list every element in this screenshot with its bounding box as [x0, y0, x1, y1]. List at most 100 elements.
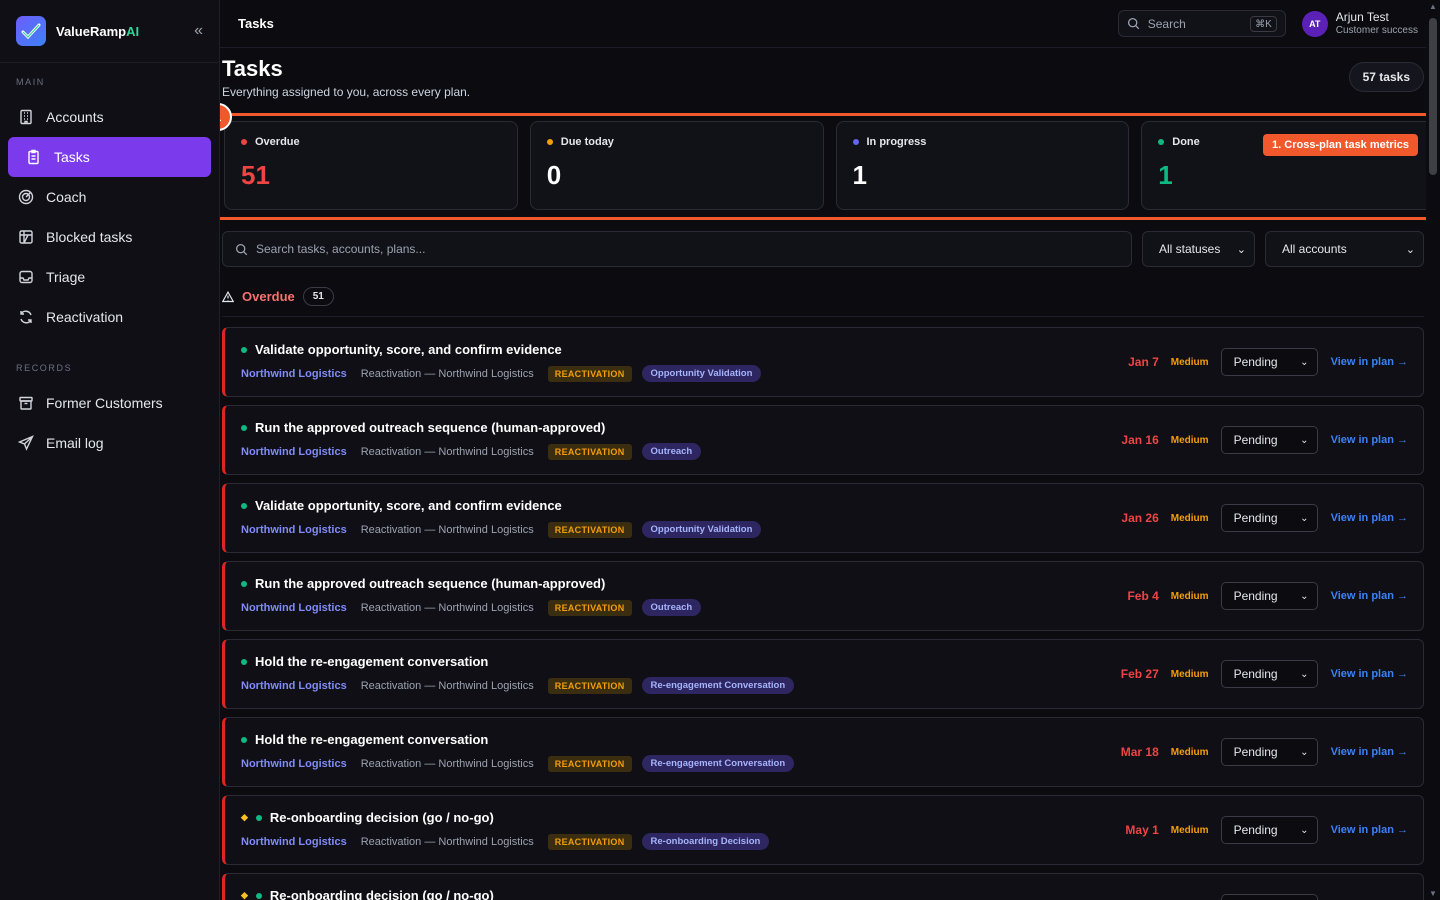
sidebar-item-reactivation[interactable]: Reactivation: [8, 297, 211, 337]
task-title[interactable]: Run the approved outreach sequence (huma…: [255, 576, 605, 591]
refresh-icon: [20, 310, 32, 324]
task-row[interactable]: Hold the re-engagement conversation Nort…: [222, 717, 1424, 787]
task-status-select[interactable]: Pending ⌄: [1220, 894, 1318, 900]
task-meta: Northwind Logistics Reactivation — North…: [241, 365, 1128, 382]
milestone-diamond-icon: ◆: [241, 812, 248, 822]
task-status-select[interactable]: Pending ⌄: [1220, 426, 1318, 454]
page-header: Tasks Everything assigned to you, across…: [222, 48, 1424, 99]
plan-name: Reactivation — Northwind Logistics: [360, 367, 534, 380]
task-info: ◆ Re-onboarding decision (go / no-go) No…: [241, 810, 1125, 850]
sidebar-item-tasks[interactable]: Tasks: [8, 137, 211, 177]
task-title[interactable]: Re-onboarding decision (go / no-go): [270, 810, 494, 825]
sidebar-item-triage[interactable]: Triage: [8, 257, 211, 297]
task-title-row: Validate opportunity, score, and confirm…: [241, 342, 1128, 357]
account-link[interactable]: Northwind Logistics: [241, 758, 347, 770]
status-dot-icon: [241, 424, 247, 431]
task-title[interactable]: Validate opportunity, score, and confirm…: [255, 498, 562, 513]
view-in-plan-link[interactable]: View in plan →: [1331, 512, 1408, 524]
task-status-select[interactable]: Pending ⌄: [1220, 738, 1318, 766]
scrollbar-thumb[interactable]: [1429, 18, 1437, 175]
task-meta: Northwind Logistics Reactivation — North…: [241, 443, 1121, 460]
task-status-select[interactable]: Pending ⌄: [1220, 504, 1318, 532]
sidebar-item-former-customers[interactable]: Former Customers: [8, 383, 211, 423]
group-header-overdue[interactable]: Overdue 51: [222, 287, 1424, 317]
sidebar: ValueRampAI « MAIN Accounts Tasks Coach …: [0, 0, 220, 900]
task-status-select[interactable]: Pending ⌄: [1220, 816, 1318, 844]
task-info: Validate opportunity, score, and confirm…: [241, 498, 1121, 538]
brand-name[interactable]: ValueRampAI: [56, 24, 139, 39]
task-title[interactable]: Validate opportunity, score, and confirm…: [255, 342, 562, 357]
account-filter-select[interactable]: All accounts ⌄: [1265, 231, 1424, 267]
due-date: Feb 27: [1120, 667, 1159, 681]
priority-label: Medium: [1170, 512, 1209, 524]
task-row[interactable]: ◆ Re-onboarding decision (go / no-go) No…: [222, 795, 1424, 865]
metric-label: Done: [1172, 136, 1200, 148]
account-link[interactable]: Northwind Logistics: [241, 836, 347, 848]
task-row[interactable]: ◆ Re-onboarding decision (go / no-go) No…: [222, 873, 1424, 900]
status-filter-select[interactable]: All statuses ⌄: [1142, 231, 1255, 267]
account-link[interactable]: Northwind Logistics: [241, 602, 347, 614]
metric-done[interactable]: Done 1 1. Cross-plan task metrics: [1141, 121, 1435, 210]
status-dot-icon: [241, 502, 247, 509]
account-filter-value: All accounts: [1282, 242, 1347, 256]
task-row[interactable]: Run the approved outreach sequence (huma…: [222, 561, 1424, 631]
global-search-input[interactable]: Search ⌘K: [1117, 10, 1286, 37]
task-row[interactable]: Run the approved outreach sequence (huma…: [222, 405, 1424, 475]
clipboard-icon: [28, 149, 39, 165]
stage-badge: Re-engagement Conversation: [641, 755, 795, 772]
plan-type-badge: REACTIVATION: [547, 443, 632, 460]
metric-value: 0: [546, 160, 562, 190]
account-link[interactable]: Northwind Logistics: [241, 680, 347, 692]
sidebar-item-blocked-tasks[interactable]: Blocked tasks: [8, 217, 211, 257]
status-dot-icon: [241, 736, 247, 743]
collapse-sidebar-icon[interactable]: «: [194, 22, 203, 40]
task-status-select[interactable]: Pending ⌄: [1220, 348, 1318, 376]
sidebar-item-label: Blocked tasks: [46, 229, 133, 245]
view-in-plan-link[interactable]: View in plan →: [1331, 668, 1408, 680]
task-actions: Feb 27 Medium Pending ⌄ View in plan →: [1121, 660, 1408, 688]
account-link[interactable]: Northwind Logistics: [241, 368, 347, 380]
metric-in-progress[interactable]: In progress 1: [835, 121, 1130, 210]
sidebar-item-label: Tasks: [54, 149, 90, 165]
task-row[interactable]: Validate opportunity, score, and confirm…: [222, 327, 1424, 397]
view-in-plan-link[interactable]: View in plan →: [1331, 746, 1408, 758]
view-in-plan-link[interactable]: View in plan →: [1331, 356, 1408, 368]
account-link[interactable]: Northwind Logistics: [241, 446, 347, 458]
sidebar-item-coach[interactable]: Coach: [8, 177, 211, 217]
user-menu[interactable]: AT Arjun Test Customer success: [1301, 10, 1418, 37]
task-title[interactable]: Hold the re-engagement conversation: [255, 732, 488, 747]
scroll-down-icon[interactable]: ▼: [1429, 889, 1437, 898]
metric-value: 51: [241, 160, 270, 190]
metric-due-today[interactable]: Due today 0: [529, 121, 824, 210]
plan-type-badge: REACTIVATION: [547, 833, 632, 850]
status-dot-icon: [241, 139, 247, 145]
task-row[interactable]: Hold the re-engagement conversation Nort…: [222, 639, 1424, 709]
scroll-up-icon[interactable]: ▲: [1429, 2, 1437, 11]
sidebar-item-email-log[interactable]: Email log: [8, 423, 211, 463]
stage-badge: Re-engagement Conversation: [641, 677, 795, 694]
task-title[interactable]: Hold the re-engagement conversation: [255, 654, 488, 669]
metric-value: 1: [1158, 160, 1173, 190]
task-title[interactable]: Re-onboarding decision (go / no-go): [270, 888, 494, 900]
task-title-row: Hold the re-engagement conversation: [241, 732, 1121, 747]
task-status-select[interactable]: Pending ⌄: [1220, 660, 1318, 688]
view-in-plan-link[interactable]: View in plan →: [1331, 824, 1408, 836]
plan-name: Reactivation — Northwind Logistics: [360, 523, 534, 536]
task-search-input[interactable]: Search tasks, accounts, plans...: [222, 231, 1132, 267]
view-in-plan-link[interactable]: View in plan →: [1331, 590, 1408, 602]
task-status-select[interactable]: Pending ⌄: [1220, 582, 1318, 610]
sidebar-item-accounts[interactable]: Accounts: [8, 97, 211, 137]
metric-overdue[interactable]: Overdue 51: [224, 121, 518, 210]
task-title[interactable]: Run the approved outreach sequence (huma…: [255, 420, 605, 435]
brand-logo-icon[interactable]: [16, 16, 46, 46]
account-link[interactable]: Northwind Logistics: [241, 524, 347, 536]
view-in-plan-link[interactable]: View in plan →: [1331, 434, 1408, 446]
metric-label: Overdue: [255, 136, 300, 148]
task-info: Hold the re-engagement conversation Nort…: [241, 654, 1121, 694]
page-title: Tasks: [222, 56, 283, 81]
stage-badge: Opportunity Validation: [641, 521, 762, 538]
scrollbar[interactable]: ▲ ▼: [1426, 0, 1440, 900]
task-meta: Northwind Logistics Reactivation — North…: [241, 833, 1125, 850]
task-actions: Medium Pending ⌄ View in plan →: [1159, 894, 1408, 900]
task-row[interactable]: Validate opportunity, score, and confirm…: [222, 483, 1424, 553]
